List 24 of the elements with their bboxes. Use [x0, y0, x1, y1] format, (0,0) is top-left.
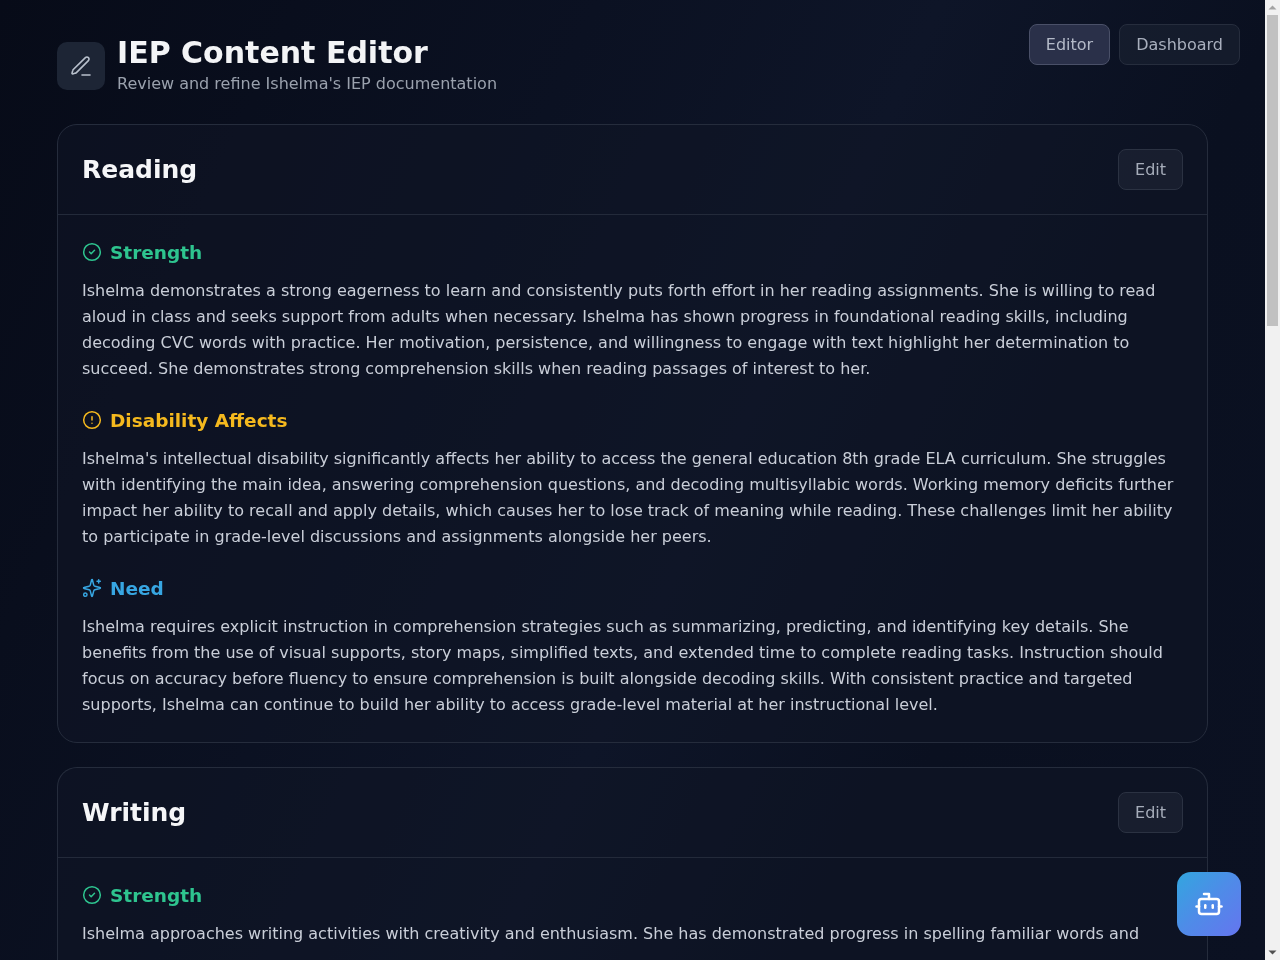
bot-button[interactable]	[1177, 872, 1241, 936]
check-circle-icon	[82, 242, 102, 262]
block-paragraph: Ishelma's intellectual disability significantly affects her ability to access the general education 8th grade ELA curriculum. She struggles with identifying the main idea, answering comprehension questions, and decoding multisyllabic words. Working memory deficits further impact her ability to recall and apply details, which causes her to lose track of meaning while reading. These challenges limit her ability to participate in grade-level discussions and assignments alongside her peers.	[82, 448, 1175, 548]
scrollbar-thumb[interactable]	[1267, 15, 1278, 326]
section-title: Writing	[82, 798, 187, 827]
nav-tab[interactable]: Editor	[1028, 24, 1111, 65]
app-title: IEP Content Editor	[117, 36, 429, 70]
scrollbar[interactable]	[1265, 0, 1280, 960]
section-title: Reading	[82, 155, 198, 184]
app-subtitle: Review and refine Ishelma's IEP documentation	[117, 73, 497, 95]
check-circle-icon	[82, 885, 102, 905]
edit-button[interactable]: Edit	[1118, 149, 1183, 190]
block-paragraph: Ishelma approaches writing activities with creativity and enthusiasm. She has demonstrated progress in spelling familiar words and	[82, 923, 1141, 945]
block-heading: Disability Affects	[110, 409, 288, 431]
block-heading: Strength	[110, 884, 203, 906]
block-heading: Strength	[110, 241, 203, 263]
sparkles-icon	[82, 578, 102, 598]
nav-tab[interactable]: Dashboard	[1119, 24, 1240, 65]
exclamation-circle-icon	[82, 410, 102, 430]
pencil-icon	[57, 41, 105, 90]
block-paragraph: Ishelma requires explicit instruction in comprehension strategies such as summarizing, predicting, and identifying key details. She benefits from the use of visual supports, story maps, simplified texts, and extended time to complete reading tasks. Instruction should focus on accuracy before fluency to ensure comprehension is built alongside decoding skills. With consistent practice and targeted supports, Ishelma can continue to build her ability to access grade-level material at her instructional level.	[82, 616, 1164, 716]
edit-button[interactable]: Edit	[1118, 792, 1183, 833]
block-paragraph: Ishelma demonstrates a strong eagerness to learn and consistently puts forth effort in her reading assignments. She is willing to read aloud in class and seeks support from adults when necessary. Ishelma has shown progress in foundational reading skills, including decoding CVC words with practice. Her motivation, persistence, and willingness to engage with text highlight her determination to succeed. She demonstrates strong comprehension skills when reading passages of interest to her.	[82, 280, 1157, 380]
block-heading: Need	[110, 577, 164, 599]
